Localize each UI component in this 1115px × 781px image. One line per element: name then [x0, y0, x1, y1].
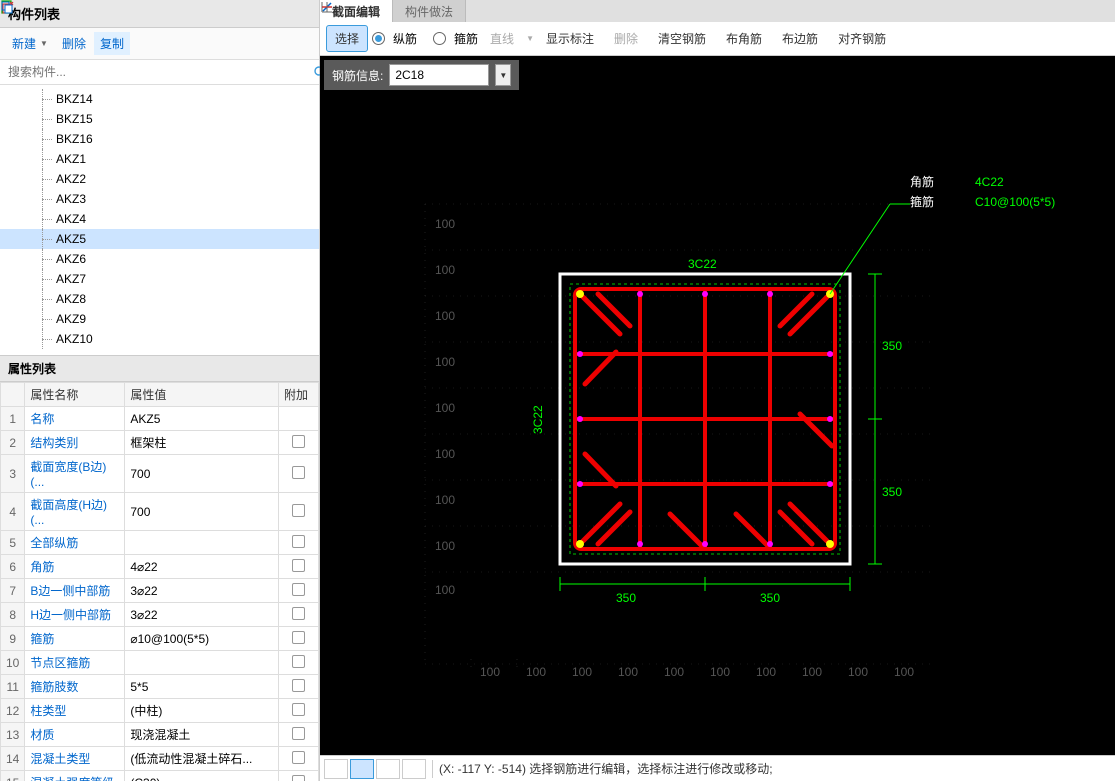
svg-text:350: 350	[882, 339, 902, 353]
svg-text:100: 100	[572, 665, 592, 679]
svg-text:100: 100	[435, 401, 455, 415]
property-row[interactable]: 8H边一侧中部筋3⌀22	[1, 603, 319, 627]
rebar-info-input[interactable]	[389, 64, 489, 86]
section-canvas[interactable]: 100 100 100 100 100 100 100 100 100 100 100 1…	[320, 94, 1115, 754]
tab[interactable]: 构件做法	[393, 0, 466, 22]
svg-text:100: 100	[435, 309, 455, 323]
svg-text:350: 350	[882, 485, 902, 499]
svg-text:角筋: 角筋	[910, 174, 934, 189]
property-list-title: 属性列表	[0, 355, 319, 382]
svg-text:100: 100	[435, 263, 455, 277]
col-name: 属性名称	[25, 383, 125, 407]
property-row[interactable]: 4截面高度(H边)(...700	[1, 493, 319, 531]
property-row[interactable]: 11箍筋肢数5*5	[1, 675, 319, 699]
tree-item[interactable]: AKZ3	[0, 189, 319, 209]
col-value: 属性值	[125, 383, 279, 407]
tree-item[interactable]: AKZ2	[0, 169, 319, 189]
property-row[interactable]: 9箍筋⌀10@100(5*5)	[1, 627, 319, 651]
svg-text:100: 100	[802, 665, 822, 679]
zong-label: 纵筋	[393, 30, 417, 47]
edge-button[interactable]: 布边筋	[774, 26, 826, 51]
copy-button[interactable]: 复制	[94, 32, 130, 55]
radio-zong[interactable]	[372, 32, 385, 45]
svg-text:100: 100	[526, 665, 546, 679]
property-row[interactable]: 6角筋4⌀22	[1, 555, 319, 579]
tree-item[interactable]: BKZ14	[0, 89, 319, 109]
svg-text:350: 350	[616, 591, 636, 605]
property-row[interactable]: 5全部纵筋	[1, 531, 319, 555]
status-text: (X: -117 Y: -514) 选择钢筋进行编辑，选择标注进行修改或移动;	[439, 760, 773, 777]
svg-text:100: 100	[664, 665, 684, 679]
tree-item[interactable]: AKZ4	[0, 209, 319, 229]
show-dim-button[interactable]: 显示标注	[538, 26, 602, 51]
tree-item[interactable]: AKZ10	[0, 329, 319, 349]
svg-text:100: 100	[848, 665, 868, 679]
status-btn-2[interactable]	[350, 759, 374, 779]
property-row[interactable]: 15混凝土强度等级(C30)	[1, 771, 319, 781]
align-button[interactable]: 对齐钢筋	[830, 26, 894, 51]
property-row[interactable]: 14混凝土类型(低流动性混凝土碎石...	[1, 747, 319, 771]
property-row[interactable]: 12柱类型(中柱)	[1, 699, 319, 723]
select-button[interactable]: 选择	[326, 25, 368, 52]
svg-text:C10@100(5*5): C10@100(5*5)	[975, 195, 1055, 209]
svg-text:100: 100	[435, 493, 455, 507]
corner-button[interactable]: 布角筋	[718, 26, 770, 51]
tree-item[interactable]: AKZ7	[0, 269, 319, 289]
property-row[interactable]: 10节点区箍筋	[1, 651, 319, 675]
status-btn-1[interactable]	[324, 759, 348, 779]
property-row[interactable]: 7B边一侧中部筋3⌀22	[1, 579, 319, 603]
tree-item[interactable]: BKZ15	[0, 109, 319, 129]
new-button[interactable]: 新建 ▼	[6, 32, 54, 55]
tree-item[interactable]: AKZ8	[0, 289, 319, 309]
tree-item[interactable]: BKZ16	[0, 129, 319, 149]
rebar-info-label: 钢筋信息:	[332, 67, 383, 84]
property-row[interactable]: 2结构类别框架柱	[1, 431, 319, 455]
svg-text:3C22: 3C22	[531, 405, 545, 434]
col-index	[1, 383, 25, 407]
svg-text:100: 100	[435, 583, 455, 597]
svg-text:100: 100	[618, 665, 638, 679]
copy-label: 复制	[100, 35, 124, 52]
tree-item[interactable]: AKZ1	[0, 149, 319, 169]
new-label: 新建	[12, 35, 36, 52]
clear-button[interactable]: 清空钢筋	[650, 26, 714, 51]
col-add: 附加	[279, 383, 319, 407]
tree-item[interactable]: AKZ6	[0, 249, 319, 269]
del-button: 删除	[606, 26, 646, 51]
delete-label: 删除	[62, 35, 86, 52]
copy-icon	[0, 0, 14, 14]
component-list-title: 构件列表	[0, 0, 319, 28]
svg-text:100: 100	[435, 217, 455, 231]
svg-text:100: 100	[756, 665, 776, 679]
rebar-dropdown[interactable]: ▼	[495, 64, 511, 86]
gu-label: 箍筋	[454, 30, 478, 47]
property-row[interactable]: 13材质现浇混凝土	[1, 723, 319, 747]
delete-button[interactable]: 删除	[56, 32, 92, 55]
property-row[interactable]: 3截面宽度(B边)(...700	[1, 455, 319, 493]
svg-text:100: 100	[435, 355, 455, 369]
svg-text:3C22: 3C22	[688, 257, 717, 271]
status-btn-3[interactable]	[376, 759, 400, 779]
tree-item[interactable]: AKZ5	[0, 229, 319, 249]
svg-text:100: 100	[710, 665, 730, 679]
search-input[interactable]	[0, 60, 319, 84]
svg-text:箍筋: 箍筋	[910, 194, 934, 209]
svg-text:4C22: 4C22	[975, 175, 1004, 189]
svg-text:350: 350	[760, 591, 780, 605]
radio-gu[interactable]	[433, 32, 446, 45]
tree-item[interactable]: AKZ9	[0, 309, 319, 329]
svg-text:100: 100	[894, 665, 914, 679]
svg-text:100: 100	[480, 665, 500, 679]
svg-text:100: 100	[435, 447, 455, 461]
svg-text:100: 100	[435, 539, 455, 553]
property-row[interactable]: 1名称AKZ5	[1, 407, 319, 431]
line-button: 直线	[482, 26, 522, 51]
status-btn-4[interactable]	[402, 759, 426, 779]
